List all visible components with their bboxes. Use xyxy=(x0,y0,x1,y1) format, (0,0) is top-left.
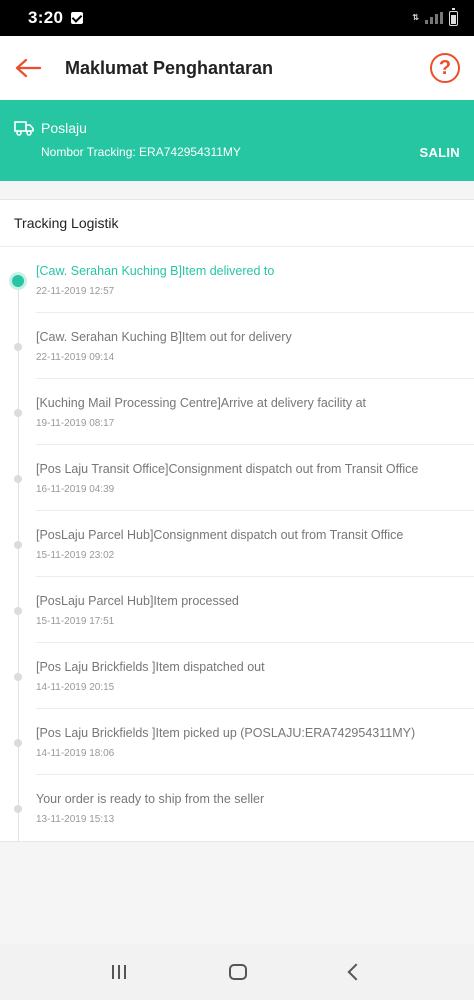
event-time: 16-11-2019 04:39 xyxy=(36,484,115,495)
event-text: [Caw. Serahan Kuching B]Item delivered t… xyxy=(36,264,275,278)
event-text: [Pos Laju Brickfields ]Item dispatched o… xyxy=(36,660,265,674)
app-header: Maklumat Penghantaran ? xyxy=(0,36,474,100)
event-text: [Caw. Serahan Kuching B]Item out for del… xyxy=(36,330,292,344)
event-time: 19-11-2019 08:17 xyxy=(36,418,115,429)
event-text: [PosLaju Parcel Hub]Item processed xyxy=(36,594,239,608)
timeline-dot xyxy=(14,409,22,417)
event-text: [PosLaju Parcel Hub]Consignment dispatch… xyxy=(36,528,404,542)
tracking-number: ERA742954311MY xyxy=(139,145,241,159)
courier-banner: Poslaju Nombor Tracking: ERA742954311MY … xyxy=(0,100,474,181)
system-nav-bar xyxy=(0,944,474,1000)
tracking-label: Nombor Tracking: xyxy=(41,145,136,159)
event-text: Your order is ready to ship from the sel… xyxy=(36,792,265,806)
event-time: 22-11-2019 09:14 xyxy=(36,352,115,363)
event-time: 22-11-2019 12:57 xyxy=(36,286,115,297)
event-time: 15-11-2019 17:51 xyxy=(36,616,115,627)
screen: 3:20 ⇅ Maklumat Penghantaran ? Poslaju N… xyxy=(0,0,474,1000)
event-text: [Kuching Mail Processing Centre]Arrive a… xyxy=(36,396,366,410)
event-text: [Pos Laju Transit Office]Consignment dis… xyxy=(36,462,419,476)
event-time: 15-11-2019 23:02 xyxy=(36,550,115,561)
status-time: 3:20 xyxy=(28,8,64,27)
signal-icon xyxy=(425,12,443,24)
tracking-number-line: Nombor Tracking: ERA742954311MY xyxy=(41,145,241,159)
system-back-button[interactable] xyxy=(347,963,365,981)
timeline-dot xyxy=(14,343,22,351)
event-time: 13-11-2019 15:13 xyxy=(36,814,115,825)
tracking-event: [Caw. Serahan Kuching B]Item delivered t… xyxy=(12,247,474,313)
event-time: 14-11-2019 20:15 xyxy=(36,682,115,693)
tracking-event: [PosLaju Parcel Hub]Item processed 15-11… xyxy=(14,577,474,643)
tracking-card: Tracking Logistik [Caw. Serahan Kuching … xyxy=(0,199,474,842)
tracking-event: [PosLaju Parcel Hub]Consignment dispatch… xyxy=(14,511,474,577)
notification-check-icon xyxy=(71,12,84,24)
status-icons: ⇅ xyxy=(412,7,458,26)
tracking-event: [Pos Laju Brickfields ]Item dispatched o… xyxy=(14,643,474,709)
recents-button[interactable] xyxy=(111,965,126,979)
back-arrow-icon xyxy=(15,58,41,78)
copy-button[interactable]: SALIN xyxy=(420,145,461,160)
tracking-event: [Caw. Serahan Kuching B]Item out for del… xyxy=(14,313,474,379)
timeline-dot xyxy=(14,739,22,747)
tracking-event: [Pos Laju Transit Office]Consignment dis… xyxy=(14,445,474,511)
tracking-event: [Pos Laju Brickfields ]Item picked up (P… xyxy=(14,709,474,775)
home-button[interactable] xyxy=(228,964,247,980)
back-button[interactable] xyxy=(0,36,56,100)
timeline-dot xyxy=(14,805,22,813)
tracking-timeline: [Caw. Serahan Kuching B]Item delivered t… xyxy=(0,247,474,841)
tracking-event: Your order is ready to ship from the sel… xyxy=(14,775,474,841)
courier-name: Poslaju xyxy=(41,120,87,136)
timeline-dot xyxy=(14,607,22,615)
truck-icon xyxy=(14,121,34,136)
tracking-event: [Kuching Mail Processing Centre]Arrive a… xyxy=(14,379,474,445)
timeline-dot-active xyxy=(12,275,24,287)
event-time: 14-11-2019 18:06 xyxy=(36,748,115,759)
page-title: Maklumat Penghantaran xyxy=(65,57,274,78)
timeline-line xyxy=(18,283,19,841)
data-arrows-icon: ⇅ xyxy=(412,13,419,22)
event-text: [Pos Laju Brickfields ]Item picked up (P… xyxy=(36,726,416,740)
battery-icon xyxy=(449,7,458,26)
timeline-dot xyxy=(14,673,22,681)
status-bar: 3:20 ⇅ xyxy=(0,0,474,36)
help-button[interactable]: ? xyxy=(430,53,460,83)
section-title: Tracking Logistik xyxy=(0,200,474,247)
timeline-dot xyxy=(14,541,22,549)
question-icon: ? xyxy=(438,56,452,79)
timeline-dot xyxy=(14,475,22,483)
